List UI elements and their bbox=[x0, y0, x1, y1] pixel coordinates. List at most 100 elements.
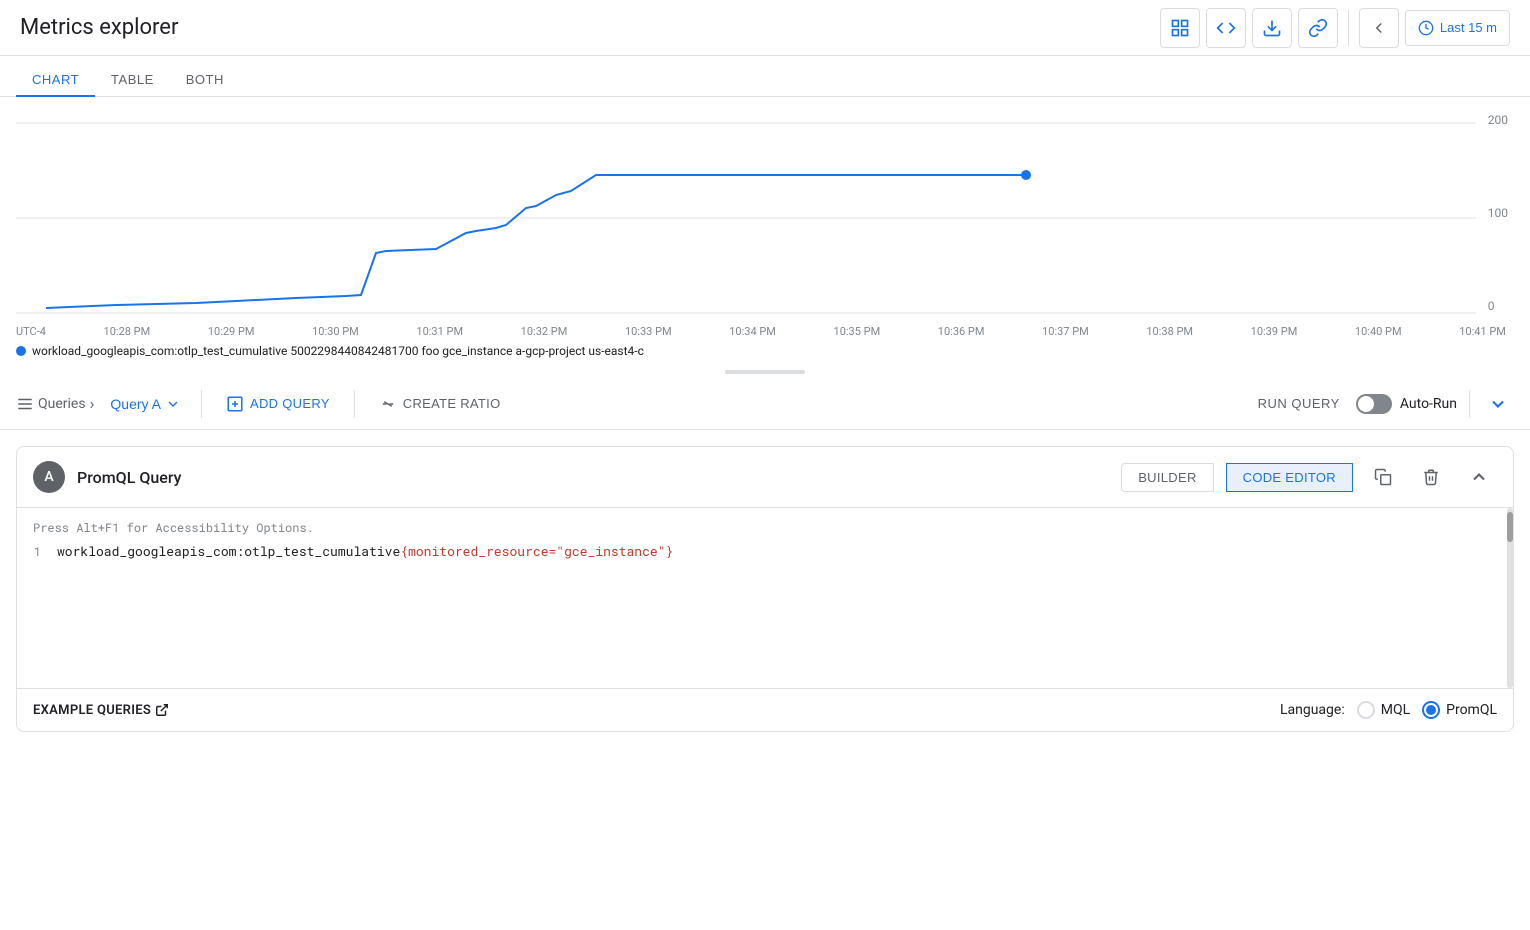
run-query-label: RUN QUERY bbox=[1258, 396, 1340, 411]
y-axis-labels: 200 100 0 bbox=[1488, 113, 1508, 313]
delete-icon-btn[interactable] bbox=[1413, 459, 1449, 495]
back-icon bbox=[1370, 19, 1388, 37]
toolbar-expand-btn[interactable] bbox=[1482, 388, 1514, 420]
header-actions: Last 15 m bbox=[1160, 8, 1510, 48]
chevron-up-icon bbox=[1469, 467, 1489, 487]
code-editor-btn[interactable]: CODE EDITOR bbox=[1226, 463, 1353, 492]
auto-run-toggle: Auto-Run bbox=[1356, 394, 1457, 414]
auto-run-track[interactable] bbox=[1356, 394, 1392, 414]
x-label-1028: 10:28 PM bbox=[104, 325, 151, 338]
x-label-1038: 10:38 PM bbox=[1146, 325, 1193, 338]
legend-dot bbox=[16, 346, 26, 356]
download-icon bbox=[1262, 18, 1282, 38]
queries-label: Queries bbox=[38, 396, 86, 412]
example-queries-link[interactable]: EXAMPLE QUERIES bbox=[33, 703, 169, 718]
query-avatar: A bbox=[33, 461, 65, 493]
link-icon bbox=[1308, 18, 1328, 38]
scroll-hint bbox=[16, 366, 1514, 378]
add-query-label: ADD QUERY bbox=[250, 396, 330, 411]
query-panel: A PromQL Query BUILDER CODE EDITOR bbox=[16, 446, 1514, 732]
create-ratio-btn[interactable]: CREATE RATIO bbox=[367, 389, 513, 419]
add-query-btn[interactable]: ADD QUERY bbox=[214, 389, 342, 419]
dashboard-icon-btn[interactable] bbox=[1160, 8, 1200, 48]
x-label-1041: 10:41 PM bbox=[1459, 325, 1506, 338]
chart-svg bbox=[16, 113, 1506, 323]
query-a-btn[interactable]: Query A bbox=[102, 392, 189, 416]
auto-run-label: Auto-Run bbox=[1400, 396, 1457, 412]
toolbar-separator-1 bbox=[201, 390, 202, 418]
x-label-1029: 10:29 PM bbox=[208, 325, 255, 338]
x-label-1039: 10:39 PM bbox=[1251, 325, 1298, 338]
clock-icon bbox=[1418, 20, 1434, 36]
code-editor-area[interactable]: Press Alt+F1 for Accessibility Options. … bbox=[17, 508, 1513, 688]
code-plain-text: workload_googleapis_com:otlp_test_cumula… bbox=[57, 542, 400, 560]
builder-btn[interactable]: BUILDER bbox=[1121, 463, 1213, 492]
promql-radio[interactable] bbox=[1422, 701, 1440, 719]
collapse-btn[interactable] bbox=[1461, 459, 1497, 495]
last-time-label: Last 15 m bbox=[1440, 20, 1497, 35]
last-time-btn[interactable]: Last 15 m bbox=[1405, 10, 1510, 46]
auto-run-thumb bbox=[1358, 396, 1374, 412]
chart-area: 200 100 0 UTC-4 10:28 PM 10:29 PM 10:30 … bbox=[0, 97, 1530, 378]
accessibility-hint: Press Alt+F1 for Accessibility Options. bbox=[17, 516, 1513, 540]
x-label-1036: 10:36 PM bbox=[938, 325, 985, 338]
mql-radio[interactable] bbox=[1357, 701, 1375, 719]
y-label-100: 100 bbox=[1488, 206, 1508, 220]
x-label-1037: 10:37 PM bbox=[1042, 325, 1089, 338]
language-selector: Language: MQL PromQL bbox=[1280, 701, 1497, 719]
back-icon-btn[interactable] bbox=[1359, 8, 1399, 48]
query-toolbar: Queries › Query A ADD QUERY CREATE RATIO… bbox=[0, 378, 1530, 430]
chevron-down-icon bbox=[1488, 394, 1508, 414]
toolbar-separator-2 bbox=[354, 390, 355, 418]
promql-option[interactable]: PromQL bbox=[1422, 701, 1497, 719]
y-label-0: 0 bbox=[1488, 299, 1508, 313]
chart-legend: workload_googleapis_com:otlp_test_cumula… bbox=[16, 338, 1514, 366]
x-label-1033: 10:33 PM bbox=[625, 325, 672, 338]
x-label-1032: 10:32 PM bbox=[521, 325, 568, 338]
header-divider bbox=[1348, 10, 1349, 46]
x-label-1034: 10:34 PM bbox=[729, 325, 776, 338]
run-query-btn[interactable]: RUN QUERY bbox=[1250, 390, 1348, 417]
hamburger-icon bbox=[16, 395, 34, 413]
editor-scrollbar[interactable] bbox=[1507, 508, 1513, 688]
code-content-1: workload_googleapis_com:otlp_test_cumula… bbox=[57, 542, 673, 560]
x-label-1040: 10:40 PM bbox=[1355, 325, 1402, 338]
y-label-200: 200 bbox=[1488, 113, 1508, 127]
queries-nav: Queries › bbox=[16, 394, 94, 413]
tab-both[interactable]: BOTH bbox=[170, 64, 240, 97]
query-a-label: Query A bbox=[110, 396, 161, 412]
x-label-1035: 10:35 PM bbox=[834, 325, 881, 338]
scroll-bar-track bbox=[725, 370, 805, 374]
legend-text: workload_googleapis_com:otlp_test_cumula… bbox=[32, 344, 644, 358]
chart-endpoint-dot bbox=[1021, 170, 1031, 180]
query-a-dropdown-icon bbox=[165, 396, 181, 412]
app-header: Metrics explorer bbox=[0, 0, 1530, 56]
download-icon-btn[interactable] bbox=[1252, 8, 1292, 48]
code-icon bbox=[1216, 18, 1236, 38]
x-axis-labels: UTC-4 10:28 PM 10:29 PM 10:30 PM 10:31 P… bbox=[16, 323, 1506, 338]
toolbar-separator-3 bbox=[1469, 390, 1470, 418]
example-queries-label: EXAMPLE QUERIES bbox=[33, 703, 151, 718]
ratio-icon bbox=[379, 395, 397, 413]
link-icon-btn[interactable] bbox=[1298, 8, 1338, 48]
tab-table[interactable]: TABLE bbox=[95, 64, 170, 97]
x-label-1030: 10:30 PM bbox=[312, 325, 359, 338]
copy-icon bbox=[1374, 468, 1392, 486]
breadcrumb-chevron: › bbox=[90, 394, 95, 413]
line-number-1: 1 bbox=[17, 544, 57, 560]
tab-chart[interactable]: CHART bbox=[16, 64, 95, 97]
code-icon-btn[interactable] bbox=[1206, 8, 1246, 48]
x-label-utc: UTC-4 bbox=[16, 325, 46, 338]
copy-icon-btn[interactable] bbox=[1365, 459, 1401, 495]
query-panel-title: PromQL Query bbox=[77, 468, 1109, 487]
promql-label: PromQL bbox=[1446, 702, 1497, 718]
dashboard-icon bbox=[1170, 18, 1190, 38]
mql-option[interactable]: MQL bbox=[1357, 701, 1410, 719]
mql-label: MQL bbox=[1381, 702, 1410, 718]
editor-scrollbar-thumb bbox=[1507, 512, 1513, 542]
language-label: Language: bbox=[1280, 702, 1345, 718]
query-panel-footer: EXAMPLE QUERIES Language: MQL PromQL bbox=[17, 688, 1513, 731]
delete-icon bbox=[1422, 468, 1440, 486]
tab-bar: CHART TABLE BOTH bbox=[0, 56, 1530, 97]
query-panel-header: A PromQL Query BUILDER CODE EDITOR bbox=[17, 447, 1513, 508]
